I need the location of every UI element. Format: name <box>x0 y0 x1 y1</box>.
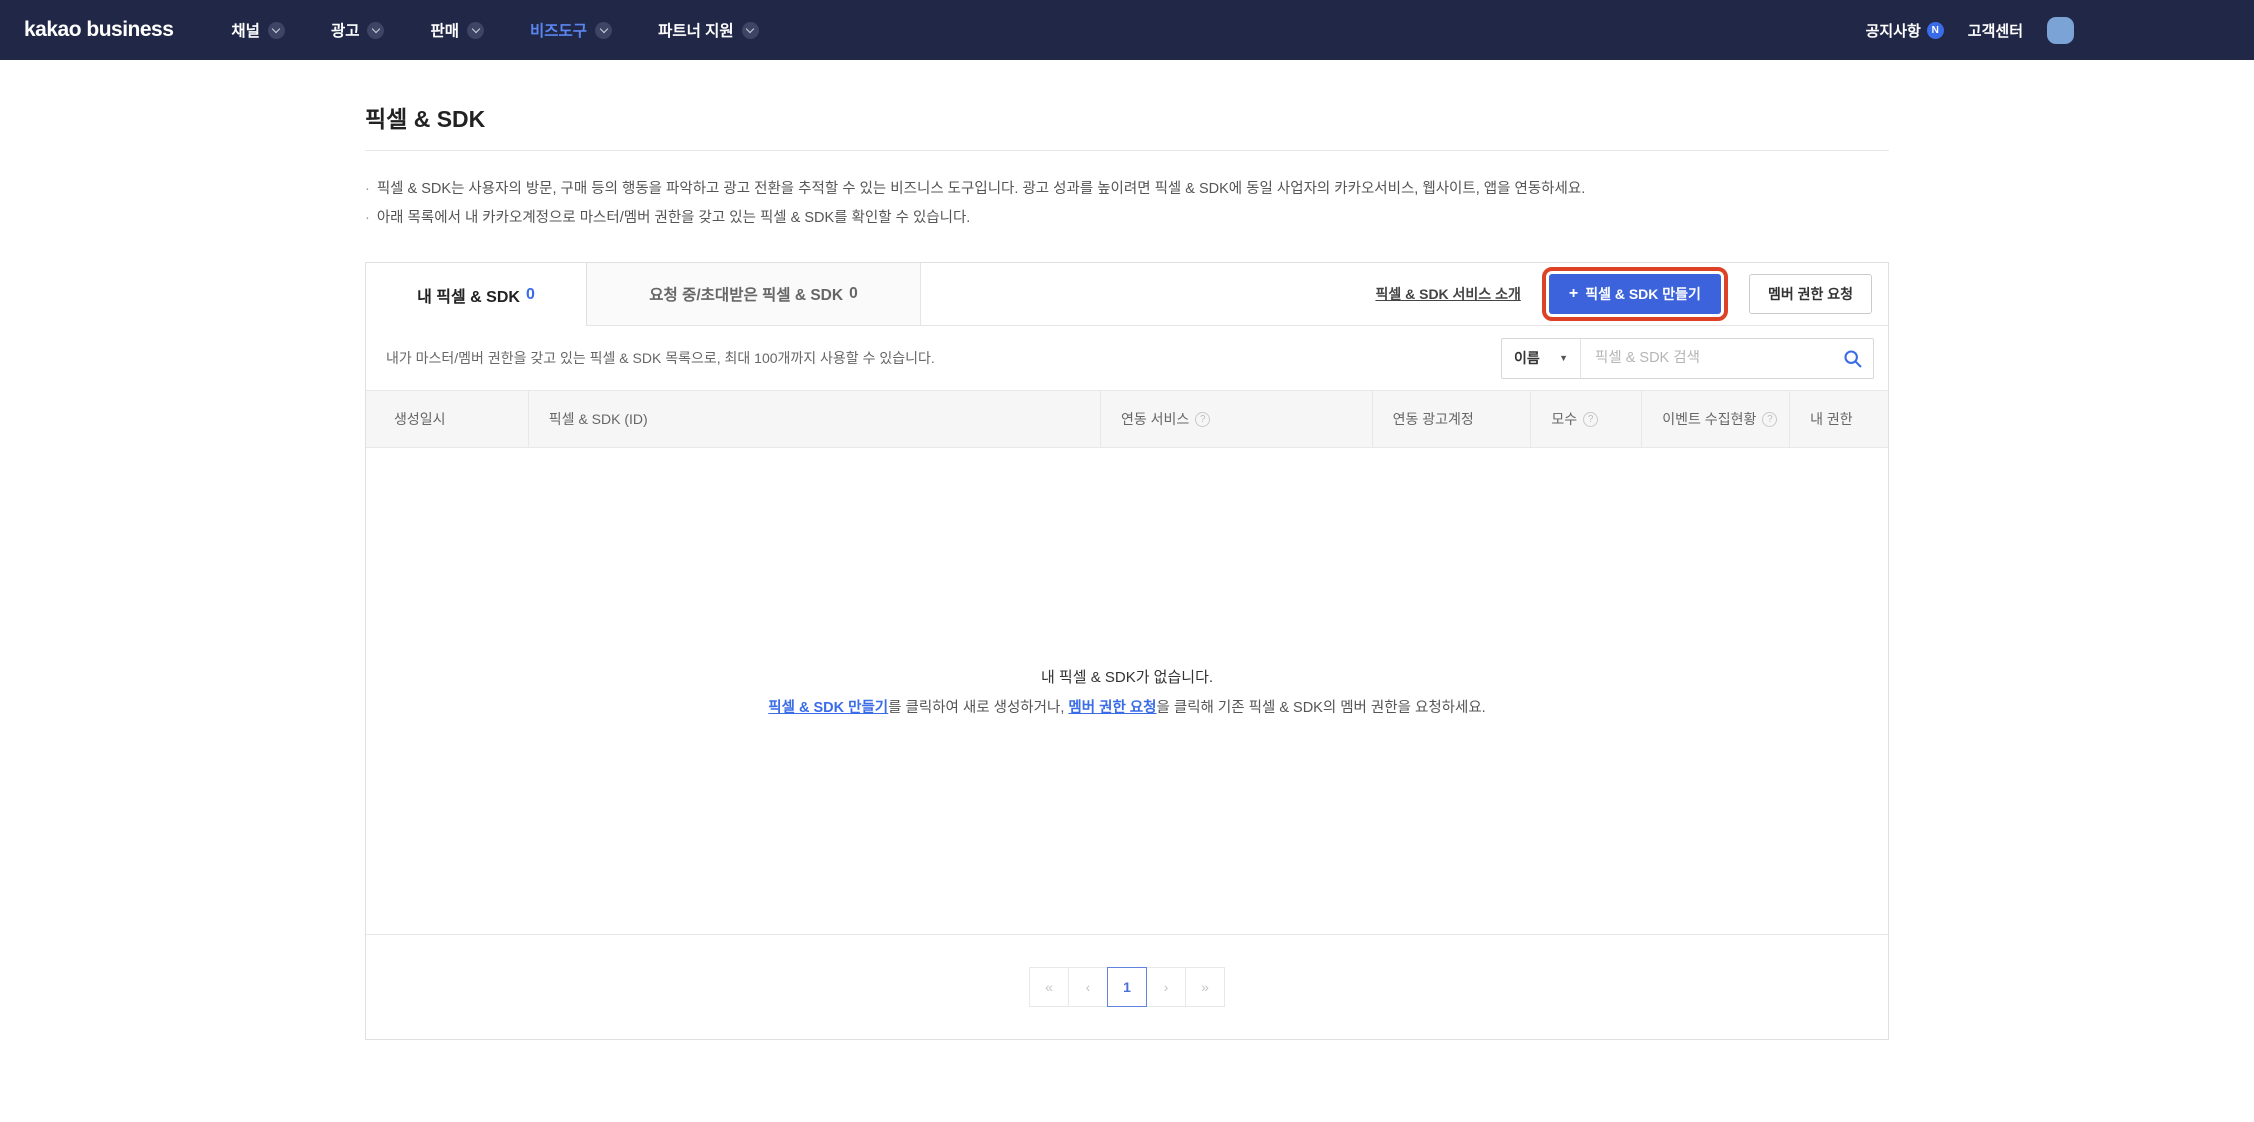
nav-item-partner-support[interactable]: 파트너 지원 <box>658 19 759 41</box>
tab-my-pixel-sdk[interactable]: 내 픽셀 & SDK 0 <box>366 263 587 326</box>
column-pixel-sdk-id: 픽셀 & SDK (ID) <box>529 391 1101 447</box>
tab-bar-actions: 픽셀 & SDK 서비스 소개 + 픽셀 & SDK 만들기 멤버 권한 요청 <box>921 263 1888 326</box>
next-page-button[interactable]: › <box>1146 967 1186 1007</box>
description-line: · 아래 목록에서 내 카카오계정으로 마스터/멤버 권한을 갖고 있는 픽셀 … <box>365 204 1889 233</box>
tab-requested-invited[interactable]: 요청 중/초대받은 픽셀 & SDK 0 <box>587 263 921 326</box>
bullet-dot: · <box>365 204 370 233</box>
help-icon[interactable]: ? <box>1195 412 1210 427</box>
profile-avatar[interactable] <box>2047 17 2074 44</box>
prev-page-button[interactable]: ‹ <box>1068 967 1108 1007</box>
nav-item-biz-tools[interactable]: 비즈도구 <box>530 19 612 41</box>
column-event-collection-status: 이벤트 수집현황 ? <box>1642 391 1790 447</box>
empty-state-description: 픽셀 & SDK 만들기를 클릭하여 새로 생성하거나, 멤버 권한 요청을 클… <box>768 696 1485 717</box>
list-note: 내가 마스터/멤버 권한을 갖고 있는 픽셀 & SDK 목록으로, 최대 10… <box>386 348 935 368</box>
nav-item-sales[interactable]: 판매 <box>430 19 484 41</box>
notice-link[interactable]: 공지사항 N <box>1866 20 1944 41</box>
table-header: 생성일시 픽셀 & SDK (ID) 연동 서비스 ? 연동 광고계정 모수 ?… <box>366 390 1888 448</box>
help-icon[interactable]: ? <box>1762 412 1777 427</box>
tab-count: 0 <box>849 285 858 303</box>
pagination: « ‹ 1 › » <box>1029 967 1225 1007</box>
column-my-permission: 내 권한 <box>1790 391 1888 447</box>
column-created-at: 생성일시 <box>366 391 529 447</box>
title-divider <box>365 150 1889 151</box>
plus-icon: + <box>1569 285 1578 303</box>
search-input[interactable] <box>1581 350 1842 366</box>
column-linked-ad-account: 연동 광고계정 <box>1373 391 1532 447</box>
column-linked-services: 연동 서비스 ? <box>1101 391 1373 447</box>
last-page-button[interactable]: » <box>1185 967 1225 1007</box>
pixel-sdk-panel: 내 픽셀 & SDK 0 요청 중/초대받은 픽셀 & SDK 0 픽셀 & S… <box>365 262 1889 1040</box>
service-intro-link[interactable]: 픽셀 & SDK 서비스 소개 <box>1375 284 1520 304</box>
create-pixel-sdk-inline-link[interactable]: 픽셀 & SDK 만들기 <box>768 700 888 716</box>
kakao-business-logo[interactable]: kakao business <box>24 18 173 42</box>
chevron-down-icon <box>595 22 612 39</box>
first-page-button[interactable]: « <box>1029 967 1069 1007</box>
current-page-button[interactable]: 1 <box>1107 967 1147 1007</box>
help-center-link[interactable]: 고객센터 <box>1968 20 2023 41</box>
search-button[interactable] <box>1842 348 1863 369</box>
pagination-area: « ‹ 1 › » <box>366 935 1888 1039</box>
page-content: 픽셀 & SDK · 픽셀 & SDK는 사용자의 방문, 구매 등의 행동을 … <box>365 60 1889 1040</box>
search-field-dropdown[interactable]: 이름 ▼ <box>1502 339 1580 378</box>
chevron-down-icon <box>268 22 285 39</box>
create-pixel-sdk-button[interactable]: + 픽셀 & SDK 만들기 <box>1549 274 1721 314</box>
highlight-ring: + 픽셀 & SDK 만들기 <box>1549 274 1721 314</box>
navbar-right: 공지사항 N 고객센터 <box>1866 17 2074 44</box>
bullet-dot: · <box>365 175 370 204</box>
chevron-down-icon <box>467 22 484 39</box>
column-population: 모수 ? <box>1531 391 1642 447</box>
page-title: 픽셀 & SDK <box>365 100 1889 134</box>
description-line: · 픽셀 & SDK는 사용자의 방문, 구매 등의 행동을 파악하고 광고 전… <box>365 175 1889 204</box>
page-description: · 픽셀 & SDK는 사용자의 방문, 구매 등의 행동을 파악하고 광고 전… <box>365 175 1889 233</box>
caret-down-icon: ▼ <box>1559 353 1568 363</box>
member-permission-request-button[interactable]: 멤버 권한 요청 <box>1749 274 1872 314</box>
nav-item-ad[interactable]: 광고 <box>331 19 385 41</box>
top-navbar: kakao business 채널 광고 판매 비즈도구 파트너 지원 공지사항… <box>0 0 2254 60</box>
tab-bar: 내 픽셀 & SDK 0 요청 중/초대받은 픽셀 & SDK 0 픽셀 & S… <box>366 263 1888 326</box>
new-badge: N <box>1927 22 1944 39</box>
empty-state-title: 내 픽셀 & SDK가 없습니다. <box>1041 666 1213 687</box>
tab-count: 0 <box>526 286 535 304</box>
main-nav: 채널 광고 판매 비즈도구 파트너 지원 <box>231 19 758 41</box>
member-permission-inline-link[interactable]: 멤버 권한 요청 <box>1068 700 1156 716</box>
search-icon <box>1842 348 1863 369</box>
nav-item-channel[interactable]: 채널 <box>231 19 285 41</box>
help-icon[interactable]: ? <box>1583 412 1598 427</box>
list-toolbar: 내가 마스터/멤버 권한을 갖고 있는 픽셀 & SDK 목록으로, 최대 10… <box>366 326 1888 390</box>
table-empty-state: 내 픽셀 & SDK가 없습니다. 픽셀 & SDK 만들기를 클릭하여 새로 … <box>366 448 1888 935</box>
chevron-down-icon <box>367 22 384 39</box>
chevron-down-icon <box>742 22 759 39</box>
search-control: 이름 ▼ <box>1501 338 1874 379</box>
